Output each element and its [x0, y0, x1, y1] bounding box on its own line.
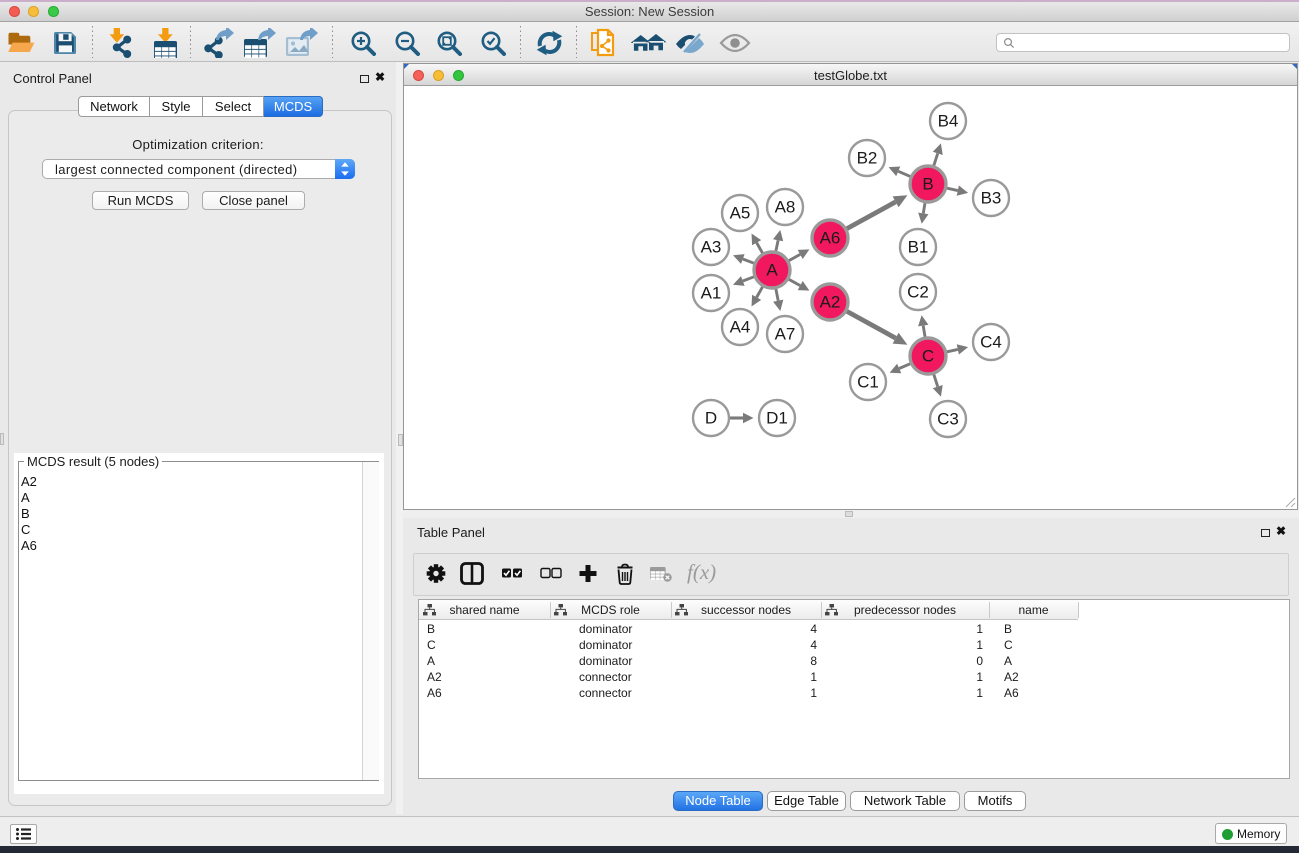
svg-text:A5: A5	[730, 204, 751, 223]
svg-text:A7: A7	[775, 325, 796, 344]
svg-text:C2: C2	[907, 283, 929, 302]
svg-text:B2: B2	[857, 149, 878, 168]
svg-text:D1: D1	[766, 409, 788, 428]
svg-text:B: B	[922, 175, 933, 194]
svg-text:C4: C4	[980, 333, 1002, 352]
svg-text:C: C	[922, 347, 934, 366]
svg-text:A8: A8	[775, 198, 796, 217]
svg-text:A3: A3	[701, 238, 722, 257]
svg-text:B1: B1	[908, 238, 929, 257]
svg-text:D: D	[705, 409, 717, 428]
svg-text:B4: B4	[938, 112, 959, 131]
svg-text:C1: C1	[857, 373, 879, 392]
svg-text:C3: C3	[937, 410, 959, 429]
svg-text:B3: B3	[981, 189, 1002, 208]
svg-text:A6: A6	[820, 229, 841, 248]
svg-text:A1: A1	[701, 284, 722, 303]
svg-text:A4: A4	[730, 318, 751, 337]
svg-text:A2: A2	[820, 293, 841, 312]
svg-text:A: A	[766, 261, 778, 280]
